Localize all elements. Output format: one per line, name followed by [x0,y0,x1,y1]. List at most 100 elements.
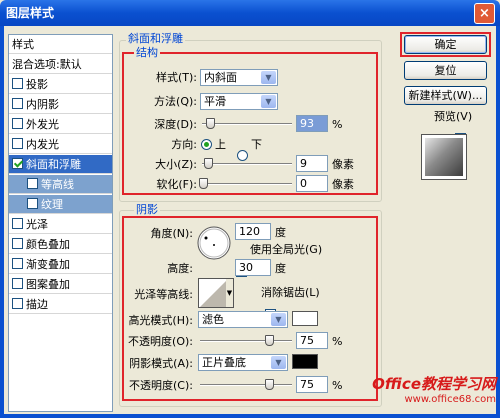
new-style-button[interactable]: 新建样式(W)... [404,86,487,105]
blending-options-item[interactable]: 混合选项:默认 [9,55,112,74]
sidebar-item-texture[interactable]: 纹理 [9,195,112,214]
sidebar-item-inner-shadow[interactable]: 内阴影 [9,95,112,114]
global-light-label: 使用全局光(G) [250,243,323,256]
angle-input[interactable]: 120 [235,223,271,240]
texture-checkbox[interactable] [27,198,38,209]
style-preview-thumbnail [421,134,467,180]
shadow-mode-select[interactable]: 正片叠底 ▼ [198,354,288,371]
contour-preview-icon [200,279,228,307]
inner-shadow-checkbox[interactable] [12,98,23,109]
shadow-opacity-label: 不透明度(C): [129,379,193,392]
drop-shadow-checkbox[interactable] [12,78,23,89]
bevel-emboss-checkbox[interactable] [12,158,23,169]
gradient-overlay-checkbox[interactable] [12,258,23,269]
soften-slider-track[interactable] [202,183,292,185]
depth-slider-track[interactable] [202,123,292,125]
sidebar-item-inner-glow[interactable]: 内发光 [9,135,112,154]
soften-unit: 像素 [332,178,354,191]
direction-down-label: 下 [251,138,262,151]
pattern-overlay-checkbox[interactable] [12,278,23,289]
styles-list-header[interactable]: 样式 [9,35,112,54]
shadow-opacity-thumb[interactable] [265,379,274,390]
altitude-input[interactable]: 30 [235,259,271,276]
sidebar-item-pattern-overlay[interactable]: 图案叠加 [9,275,112,294]
depth-label: 深度(D): [154,118,197,131]
sidebar-item-color-overlay[interactable]: 颜色叠加 [9,235,112,254]
window-frame-left [0,26,4,418]
shadow-opacity-track[interactable] [200,384,292,386]
sidebar-item-label: 外发光 [26,118,59,131]
angle-dial-icon[interactable] [196,225,232,261]
direction-up-label: 上 [215,138,226,151]
window-frame-bottom [0,414,500,418]
technique-value: 平滑 [204,95,226,108]
altitude-unit: 度 [275,262,286,275]
bevel-style-select[interactable]: 内斜面 ▼ [200,69,278,86]
highlight-mode-value: 滤色 [202,313,224,326]
depth-input[interactable]: 93 [296,115,328,132]
sidebar-item-label: 内阴影 [26,98,59,111]
sidebar-item-label: 等高线 [41,178,74,191]
highlight-opacity-unit: % [332,335,343,348]
color-overlay-checkbox[interactable] [12,238,23,249]
bevel-emboss-group-title: 斜面和浮雕 [126,32,185,45]
shadow-color-swatch[interactable] [292,354,318,369]
size-input[interactable]: 9 [296,155,328,172]
highlight-opacity-input[interactable]: 75 [296,332,328,349]
reset-button[interactable]: 复位 [404,61,487,80]
highlight-opacity-label: 不透明度(O): [128,335,193,348]
chevron-down-icon: ▼ [261,95,276,108]
angle-unit: 度 [275,226,286,239]
sidebar-item-label: 描边 [26,298,48,311]
size-slider-thumb[interactable] [204,158,213,169]
close-button[interactable]: × [474,3,495,24]
sidebar-item-satin[interactable]: 光泽 [9,215,112,234]
soften-label: 软化(F): [156,178,197,191]
depth-slider-thumb[interactable] [206,118,216,129]
window-title: 图层样式 [0,0,500,26]
technique-select[interactable]: 平滑 ▼ [200,93,278,110]
inner-glow-checkbox[interactable] [12,138,23,149]
size-slider-track[interactable] [202,163,292,165]
window-frame-right [496,26,500,418]
sidebar-item-gradient-overlay[interactable]: 渐变叠加 [9,255,112,274]
satin-checkbox[interactable] [12,218,23,229]
ok-button[interactable]: 确定 [404,35,487,54]
styles-list: 样式 混合选项:默认 投影 内阴影 外发光 内发光 斜面和浮雕 等高线 纹理 光… [8,34,113,412]
highlight-color-swatch[interactable] [292,311,318,326]
sidebar-item-label: 渐变叠加 [26,258,70,271]
soften-input[interactable]: 0 [296,175,328,192]
highlight-opacity-thumb[interactable] [265,335,274,346]
stroke-checkbox[interactable] [12,298,23,309]
altitude-label: 高度: [167,262,193,275]
chevron-down-icon: ▼ [226,279,233,307]
sidebar-item-drop-shadow[interactable]: 投影 [9,75,112,94]
watermark-url: www.office68.com [404,394,497,405]
chevron-down-icon: ▼ [261,71,276,84]
sidebar-item-label: 颜色叠加 [26,238,70,251]
soften-slider-thumb[interactable] [199,178,208,189]
highlight-mode-label: 高光模式(H): [128,314,193,327]
sidebar-item-label: 内发光 [26,138,59,151]
sidebar-item-outer-glow[interactable]: 外发光 [9,115,112,134]
shadow-opacity-unit: % [332,379,343,392]
outer-glow-checkbox[interactable] [12,118,23,129]
sidebar-item-contour[interactable]: 等高线 [9,175,112,194]
style-label: 样式(T): [155,71,197,84]
size-unit: 像素 [332,158,354,171]
sidebar-item-bevel-emboss[interactable]: 斜面和浮雕 [9,155,112,174]
highlight-mode-select[interactable]: 滤色 ▼ [198,311,288,328]
gloss-contour-picker[interactable]: ▼ [198,278,234,308]
sidebar-item-stroke[interactable]: 描边 [9,295,112,314]
chevron-down-icon: ▼ [271,313,286,326]
direction-down-radio[interactable] [237,150,248,161]
gloss-contour-label: 光泽等高线: [134,288,193,301]
contour-checkbox[interactable] [27,178,38,189]
sidebar-item-label: 光泽 [26,218,48,231]
highlight-opacity-track[interactable] [200,340,292,342]
sidebar-item-label: 图案叠加 [26,278,70,291]
direction-up-radio[interactable] [201,139,212,150]
shadow-opacity-input[interactable]: 75 [296,376,328,393]
depth-unit: % [332,118,343,131]
direction-label: 方向: [171,138,197,151]
